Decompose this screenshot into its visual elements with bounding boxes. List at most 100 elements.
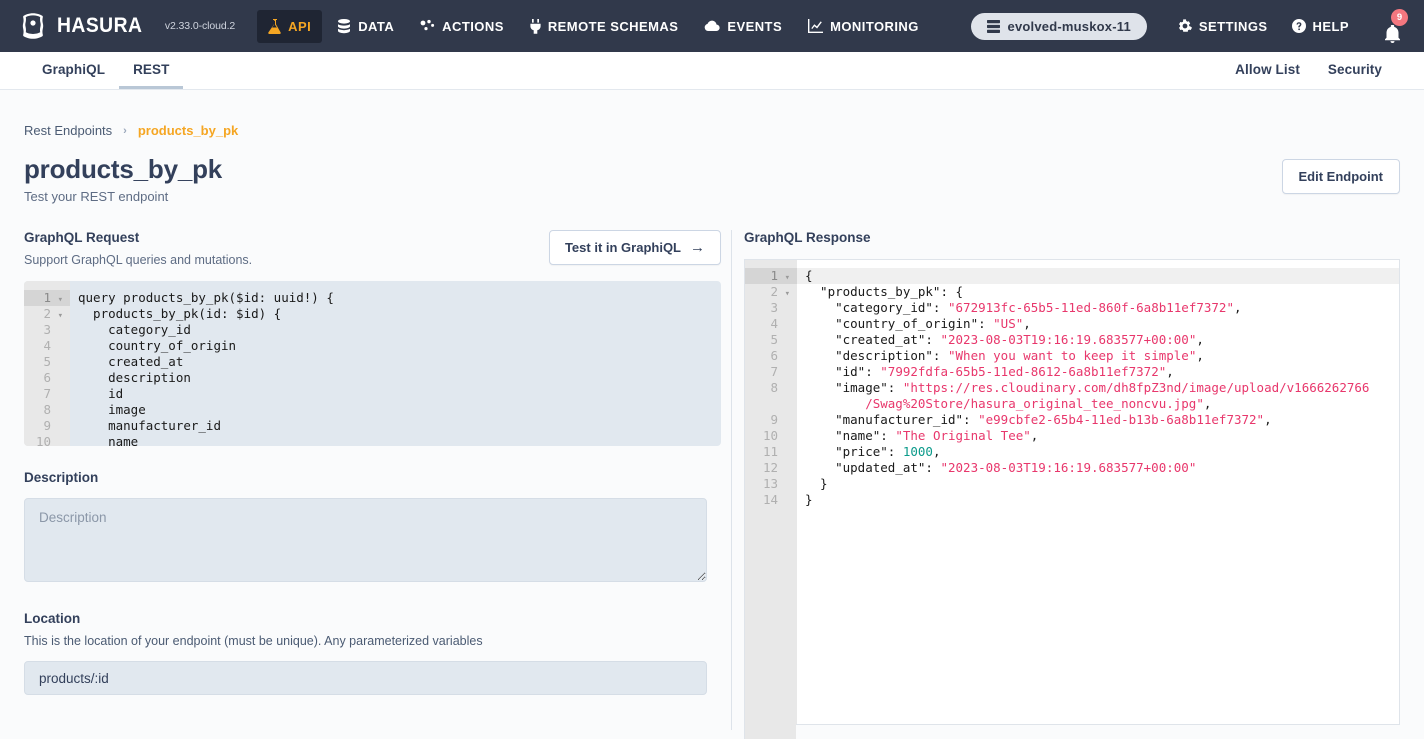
response-editor-code[interactable]: { "products_by_pk": { "category_id": "67… — [797, 260, 1399, 724]
page-subtitle: Test your REST endpoint — [24, 189, 222, 204]
question-circle-icon — [1292, 19, 1306, 33]
query-line-number: 8 — [34, 402, 63, 418]
graphql-response-editor[interactable]: 1▾2▾34567891011121314 { "products_by_pk"… — [744, 259, 1400, 725]
server-stack-icon — [987, 20, 1000, 33]
response-code-line: "country_of_origin": "US", — [805, 316, 1389, 332]
graphql-query-editor[interactable]: 1▾2▾345678910 query products_by_pk($id: … — [24, 281, 721, 446]
response-section-title: GraphQL Response — [744, 230, 1400, 245]
description-field-block: Description — [24, 470, 721, 587]
nav-item-remote-schemas-label: REMOTE SCHEMAS — [548, 19, 679, 34]
plug-icon — [530, 19, 541, 34]
nav-item-api[interactable]: API — [257, 10, 322, 43]
response-code-line: } — [805, 476, 1389, 492]
query-code-line: image — [78, 402, 711, 418]
query-code-line: manufacturer_id — [78, 418, 711, 434]
hasura-logo-icon — [18, 11, 48, 41]
breadcrumb-rest-endpoints[interactable]: Rest Endpoints — [24, 123, 112, 138]
query-code-line: id — [78, 386, 711, 402]
response-code-line: } — [805, 492, 1389, 508]
response-gutter-extension — [744, 696, 796, 739]
request-section-text: GraphQL Request Support GraphQL queries … — [24, 230, 252, 267]
response-line-number: 7 — [755, 364, 790, 380]
arrow-right-icon: → — [690, 240, 705, 255]
nav-item-help-label: HELP — [1313, 19, 1349, 34]
tab-graphiql[interactable]: GraphiQL — [28, 52, 119, 89]
breadcrumb-current[interactable]: products_by_pk — [138, 123, 238, 138]
graphql-response-pane: GraphQL Response 1▾2▾34567891011121314 {… — [744, 230, 1400, 730]
location-input[interactable] — [24, 661, 707, 695]
response-line-number: 8 — [755, 380, 790, 396]
nav-item-help[interactable]: HELP — [1281, 10, 1360, 43]
response-code-line: "id": "7992fdfa-65b5-11ed-8612-6a8b11ef7… — [805, 364, 1389, 380]
page-header-text: products_by_pk Test your REST endpoint — [24, 154, 222, 204]
nav-item-events[interactable]: EVENTS — [693, 10, 793, 43]
response-code-line: "description": "When you want to keep it… — [805, 348, 1389, 364]
response-line-number: 11 — [755, 444, 790, 460]
nav-item-monitoring[interactable]: MONITORING — [797, 10, 930, 43]
tab-bar-right-group: Allow List Security — [1221, 52, 1396, 89]
project-selector[interactable]: evolved-muskox-11 — [971, 13, 1147, 40]
response-code-line: "updated_at": "2023-08-03T19:16:19.68357… — [805, 460, 1389, 476]
response-line-number: 4 — [755, 316, 790, 332]
response-code-line: "category_id": "672913fc-65b5-11ed-860f-… — [805, 300, 1389, 316]
query-line-number: 5 — [34, 354, 63, 370]
location-help-text: This is the location of your endpoint (m… — [24, 634, 721, 648]
response-line-number: 14 — [755, 492, 790, 508]
nav-item-actions[interactable]: ACTIONS — [409, 10, 515, 43]
response-code-line: "price": 1000, — [805, 444, 1389, 460]
response-line-number: 3 — [755, 300, 790, 316]
tab-security[interactable]: Security — [1314, 52, 1396, 89]
database-icon — [337, 19, 351, 34]
notification-count-badge: 9 — [1391, 9, 1408, 26]
tab-rest[interactable]: REST — [119, 52, 183, 89]
page-header-row: products_by_pk Test your REST endpoint E… — [24, 154, 1400, 204]
query-line-number: 6 — [34, 370, 63, 386]
pane-divider[interactable] — [731, 230, 732, 730]
nav-item-data[interactable]: DATA — [326, 10, 405, 43]
nav-item-actions-label: ACTIONS — [442, 19, 504, 34]
page-title: products_by_pk — [24, 154, 222, 185]
query-line-number: 7 — [34, 386, 63, 402]
secondary-tab-bar: GraphiQL REST Allow List Security — [0, 52, 1424, 90]
response-code-line: { — [797, 268, 1399, 284]
query-code-line: query products_by_pk($id: uuid!) { — [78, 290, 711, 306]
response-line-number: 5 — [755, 332, 790, 348]
nav-item-monitoring-label: MONITORING — [830, 19, 919, 34]
gear-icon — [1178, 19, 1192, 33]
graphql-request-pane: GraphQL Request Support GraphQL queries … — [24, 230, 721, 730]
page-content: Rest Endpoints › products_by_pk products… — [0, 90, 1424, 739]
query-code-line: description — [78, 370, 711, 386]
query-line-number: 2▾ — [34, 306, 63, 322]
test-in-graphiql-button[interactable]: Test it in GraphiQL → — [549, 230, 721, 265]
breadcrumb: Rest Endpoints › products_by_pk — [24, 123, 1400, 138]
brand-logo[interactable]: HASURA v2.33.0-cloud.2 — [18, 11, 235, 41]
query-line-number: 4 — [34, 338, 63, 354]
nav-item-events-label: EVENTS — [727, 19, 782, 34]
tab-allow-list[interactable]: Allow List — [1221, 52, 1314, 89]
test-in-graphiql-label: Test it in GraphiQL — [565, 240, 681, 255]
response-editor-line-numbers: 1▾2▾34567891011121314 — [745, 260, 797, 724]
query-editor-code[interactable]: query products_by_pk($id: uuid!) { produ… — [70, 281, 721, 446]
query-line-number: 1▾ — [24, 290, 70, 306]
query-line-number: 10 — [34, 434, 63, 446]
request-section-header: GraphQL Request Support GraphQL queries … — [24, 230, 721, 267]
query-line-number: 3 — [34, 322, 63, 338]
nav-item-settings[interactable]: SETTINGS — [1167, 10, 1279, 43]
nav-item-remote-schemas[interactable]: REMOTE SCHEMAS — [519, 10, 690, 43]
nav-item-data-label: DATA — [358, 19, 394, 34]
query-code-line: products_by_pk(id: $id) { — [78, 306, 711, 322]
response-code-line: "manufacturer_id": "e99cbfe2-65b4-11ed-b… — [805, 412, 1389, 428]
nav-item-api-label: API — [288, 19, 311, 34]
location-label: Location — [24, 611, 721, 626]
edit-endpoint-button[interactable]: Edit Endpoint — [1282, 159, 1400, 194]
response-line-number — [755, 396, 790, 412]
response-line-number: 1▾ — [745, 268, 797, 284]
flask-icon — [268, 19, 281, 34]
description-input[interactable] — [24, 498, 707, 582]
actions-icon — [420, 19, 435, 33]
project-name-label: evolved-muskox-11 — [1008, 19, 1131, 34]
notifications-button[interactable]: 9 — [1378, 9, 1406, 43]
nav-right-group: evolved-muskox-11 SETTINGS HELP 9 — [971, 9, 1410, 43]
query-editor-line-numbers: 1▾2▾345678910 — [24, 281, 70, 446]
response-line-number: 6 — [755, 348, 790, 364]
